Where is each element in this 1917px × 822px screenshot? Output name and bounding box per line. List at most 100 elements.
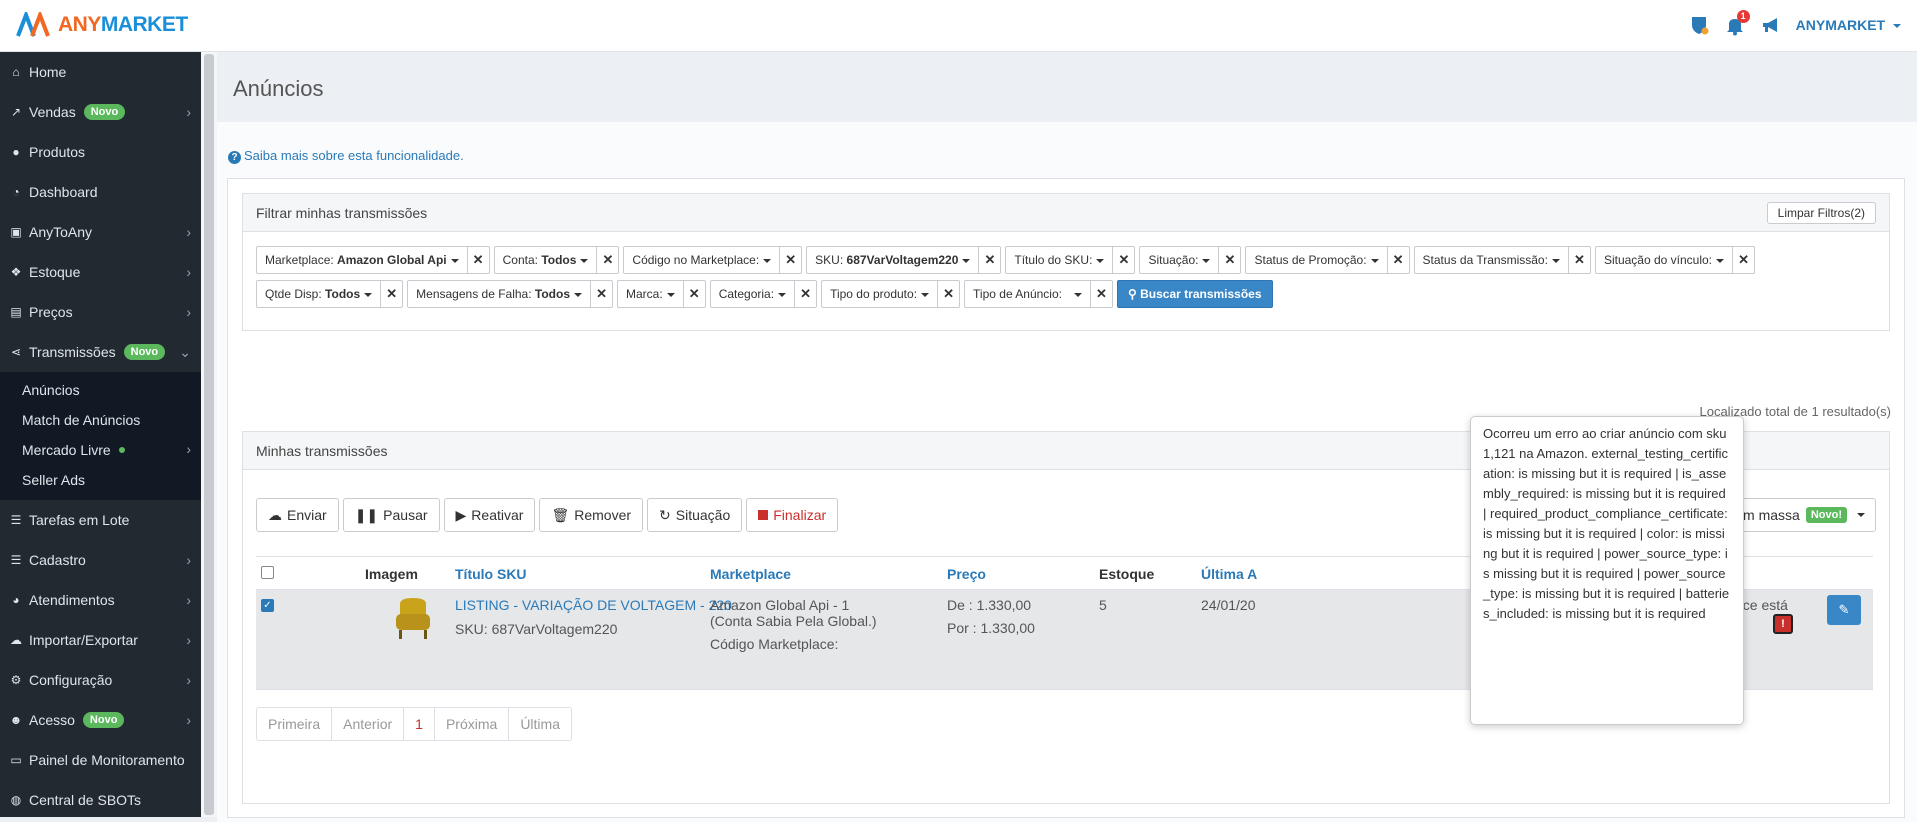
close-icon[interactable]: ✕ (590, 281, 612, 307)
close-icon[interactable]: ✕ (596, 247, 618, 273)
error-alert-icon[interactable]: ! (1773, 614, 1793, 634)
close-icon[interactable]: ✕ (1112, 247, 1134, 273)
finalize-button[interactable]: Finalizar (746, 498, 839, 532)
filter-tipo-produto[interactable]: Tipo do produto: ✕ (821, 280, 961, 308)
page-last[interactable]: Última (509, 708, 571, 740)
filter-status-transmissao[interactable]: Status da Transmissão: ✕ (1413, 246, 1591, 274)
row-checkbox[interactable]: ✓ (261, 599, 274, 612)
close-icon[interactable]: ✕ (794, 281, 816, 307)
anymarket-logo[interactable]: ANYMARKET (16, 12, 188, 38)
sidebar-item-home[interactable]: ⌂ Home (0, 52, 201, 92)
close-icon[interactable]: ✕ (1386, 247, 1409, 273)
sidebar-item-match-anuncios[interactable]: Match de Anúncios (0, 405, 201, 435)
sidebar-item-seller-ads[interactable]: Seller Ads (0, 465, 201, 495)
search-transmissions-button[interactable]: ⚲ Buscar transmissões (1116, 280, 1273, 308)
info-link[interactable]: ? Saiba mais sobre esta funcionalidade. (228, 148, 464, 164)
filter-codigo-marketplace[interactable]: Código no Marketplace: ✕ (623, 246, 803, 274)
user-menu[interactable]: ANYMARKET (1796, 17, 1901, 33)
close-icon[interactable]: ✕ (978, 247, 1000, 273)
pause-button[interactable]: ❚❚ Pausar (342, 498, 440, 532)
close-icon[interactable]: ✕ (682, 281, 705, 307)
trash-icon: 🗑 (551, 506, 570, 523)
shield-icon[interactable] (1688, 14, 1710, 36)
send-button[interactable]: ☁ Enviar (256, 498, 339, 532)
comment-icon: ◕ (12, 593, 20, 607)
sidebar-item-central-sbots[interactable]: ◍ Central de SBOTs (0, 780, 201, 820)
page-previous[interactable]: Anterior (332, 708, 405, 740)
robot-icon: ◍ (10, 793, 22, 807)
sidebar-scrollbar[interactable] (201, 52, 217, 817)
price-from: De : 1.330,00 (947, 597, 1032, 613)
close-icon[interactable]: ✕ (937, 281, 959, 307)
header-title-sku[interactable]: Título SKU (455, 566, 527, 582)
sidebar-item-acesso[interactable]: ☻ Acesso Novo › (0, 700, 201, 740)
filter-titulo-sku[interactable]: Título do SKU: ✕ (1005, 246, 1136, 274)
edit-button[interactable]: ✎ (1827, 595, 1861, 625)
sidebar-item-vendas[interactable]: ↗ Vendas Novo › (0, 92, 201, 132)
logo-mark-icon (16, 12, 50, 37)
clear-filters-button[interactable]: Limpar Filtros(2) (1766, 202, 1876, 224)
sidebar-item-estoque[interactable]: ❖ Estoque › (0, 252, 201, 292)
sidebar-item-anuncios[interactable]: Anúncios (0, 375, 201, 405)
filter-categoria[interactable]: Categoria: ✕ (709, 280, 818, 308)
close-icon[interactable]: ✕ (1089, 281, 1112, 307)
filter-mensagens-falha[interactable]: Mensagens de Falha: Todos ✕ (407, 280, 614, 308)
close-icon[interactable]: ✕ (466, 247, 489, 273)
filter-situacao-vinculo[interactable]: Situação do vínculo: ✕ (1594, 246, 1756, 274)
filter-marca[interactable]: Marca: ✕ (617, 280, 706, 308)
transmissoes-submenu: Anúncios Match de Anúncios Mercado Livre… (0, 372, 201, 500)
last-update: 24/01/20 (1201, 597, 1256, 613)
cloud-upload-icon: ☁ (268, 506, 282, 523)
sidebar-item-dashboard[interactable]: ◔ Dashboard (0, 172, 201, 212)
filter-tipo-anuncio[interactable]: Tipo de Anúncio: ✕ (964, 280, 1113, 308)
sidebar-item-importar-exportar[interactable]: ☁ Importar/Exportar › (0, 620, 201, 660)
header-price[interactable]: Preço (947, 566, 986, 582)
bell-icon[interactable]: 1 (1724, 10, 1750, 36)
dashboard-icon: ◔ (12, 185, 20, 199)
product-thumbnail[interactable] (392, 596, 434, 642)
sku-title-link[interactable]: LISTING - VARIAÇÃO DE VOLTAGEM - 220 (455, 597, 732, 613)
filter-sku[interactable]: SKU: 687VarVoltagem220 ✕ (806, 246, 1002, 274)
status-dot (118, 447, 125, 453)
sidebar-item-mercado-livre[interactable]: Mercado Livre › (0, 435, 201, 465)
chevron-right-icon: › (186, 441, 191, 457)
header-last-update[interactable]: Última A (1201, 566, 1257, 582)
share-icon: ⋖ (10, 345, 22, 359)
close-icon[interactable]: ✕ (1567, 247, 1590, 273)
stock-value: 5 (1099, 597, 1107, 613)
filter-panel: Filtrar minhas transmissões Limpar Filtr… (242, 193, 1890, 331)
filter-qtde-disp[interactable]: Qtde Disp: Todos ✕ (256, 280, 404, 308)
header-marketplace[interactable]: Marketplace (710, 566, 791, 582)
sidebar-item-cadastro[interactable]: ☰ Cadastro › (0, 540, 201, 580)
sidebar-item-painel-monitoramento[interactable]: ▭ Painel de Monitoramento (0, 740, 201, 780)
reactivate-button[interactable]: ▶ Reativar (443, 498, 536, 532)
filter-situacao[interactable]: Situação: ✕ (1139, 246, 1242, 274)
close-icon[interactable]: ✕ (1218, 247, 1240, 273)
sidebar-item-tarefas-lote[interactable]: ☰ Tarefas em Lote (0, 500, 201, 540)
sidebar-item-atendimentos[interactable]: ◕ Atendimentos › (0, 580, 201, 620)
sidebar-item-precos[interactable]: ▤ Preços › (0, 292, 201, 332)
sidebar-item-transmissoes[interactable]: ⋖ Transmissões Novo ⌄ (0, 332, 201, 372)
mass-action-dropdown[interactable]: m massa Novo! (1732, 498, 1876, 532)
page-first[interactable]: Primeira (257, 708, 333, 740)
remove-button[interactable]: 🗑 Remover (539, 498, 644, 532)
megaphone-icon[interactable] (1760, 14, 1782, 36)
filter-conta[interactable]: Conta: Todos ✕ (493, 246, 620, 274)
close-icon[interactable]: ✕ (1732, 247, 1754, 273)
error-tooltip: Ocorreu um erro ao criar anúncio com sku… (1470, 416, 1744, 725)
product-icon: ● (12, 145, 20, 159)
header-stock: Estoque (1099, 566, 1155, 582)
action-toolbar: ☁ Enviar ❚❚ Pausar ▶ Reativar 🗑 Remover ↻ Sit… (256, 498, 839, 532)
select-all-checkbox[interactable] (261, 566, 274, 579)
sidebar-item-produtos[interactable]: ● Produtos (0, 132, 201, 172)
filter-marketplace[interactable]: Marketplace: Amazon Global Api ✕ (256, 246, 490, 274)
filter-status-promocao[interactable]: Status de Promoção: ✕ (1245, 246, 1410, 274)
page-current[interactable]: 1 (404, 708, 435, 740)
scrollbar-thumb[interactable] (204, 54, 214, 815)
status-button[interactable]: ↻ Situação (647, 498, 743, 532)
close-icon[interactable]: ✕ (779, 247, 801, 273)
sidebar-item-configuracao[interactable]: ⚙ Configuração › (0, 660, 201, 700)
page-next[interactable]: Próxima (435, 708, 510, 740)
sidebar-item-anytoany[interactable]: ▣ AnyToAny › (0, 212, 201, 252)
close-icon[interactable]: ✕ (380, 281, 402, 307)
